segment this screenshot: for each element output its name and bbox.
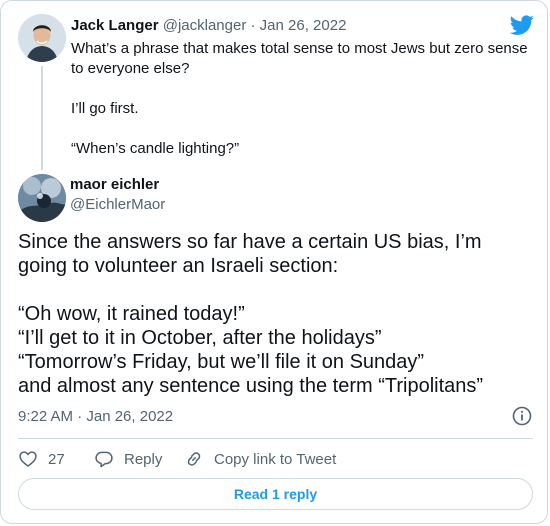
parent-tweet-text: What’s a phrase that makes total sense t… (71, 39, 541, 159)
parent-author-handle[interactable]: @jacklanger (163, 17, 247, 34)
tweet-text-line: and almost any sentence using the term “… (18, 375, 484, 397)
parent-text-line: What’s a phrase that makes total sense t… (71, 40, 528, 57)
divider (18, 438, 533, 439)
info-icon[interactable] (511, 405, 533, 427)
reply-label: Reply (124, 450, 163, 468)
copy-link-button[interactable]: Copy link to Tweet (184, 447, 336, 471)
tweet-timestamp[interactable]: 9:22 AM · Jan 26, 2022 (18, 407, 173, 427)
like-count: 27 (48, 450, 65, 468)
read-replies-label: Read 1 reply (233, 486, 318, 502)
tweet-text-line: “Oh wow, it rained today!” (18, 303, 245, 325)
tweet-text: Since the answers so far have a certain … (18, 230, 533, 398)
parent-text-line (71, 119, 541, 139)
parent-header: Jack Langer @jacklanger · Jan 26, 2022 (71, 16, 346, 36)
parent-date[interactable]: Jan 26, 2022 (260, 17, 347, 34)
parent-avatar[interactable] (18, 14, 66, 62)
heart-icon (19, 451, 37, 467)
read-replies-button[interactable]: Read 1 reply (18, 478, 533, 510)
reply-button[interactable]: Reply (94, 447, 162, 471)
link-icon (187, 452, 201, 466)
tweet-text-line (18, 278, 533, 302)
parent-separator: · (250, 17, 256, 34)
embedded-tweet-card: Jack Langer @jacklanger · Jan 26, 2022 W… (0, 0, 548, 524)
parent-text-line (71, 79, 541, 99)
reply-bubble-icon (95, 451, 113, 468)
like-button[interactable]: 27 (18, 447, 65, 471)
author-handle[interactable]: @EichlerMaor (70, 195, 165, 215)
author-avatar[interactable] (18, 174, 66, 222)
parent-author-name[interactable]: Jack Langer (71, 17, 159, 34)
parent-text-line: to everyone else? (71, 60, 190, 77)
parent-text-line: “When’s candle lighting?” (71, 140, 240, 157)
tweet-text-line: “I’ll get to it in October, after the ho… (18, 327, 382, 349)
twitter-bird-icon[interactable] (509, 13, 534, 37)
tweet-text-line: going to volunteer an Israeli section: (18, 255, 339, 277)
tweet-author[interactable]: maor eichler @EichlerMaor (70, 175, 165, 215)
author-name[interactable]: maor eichler (70, 175, 165, 195)
tweet-text-line: “Tomorrow’s Friday, but we’ll file it on… (18, 351, 425, 373)
copy-link-label: Copy link to Tweet (214, 450, 337, 468)
tweet-text-line: Since the answers so far have a certain … (18, 231, 482, 253)
thread-connector-line (41, 66, 43, 170)
parent-text-line: I’ll go first. (71, 100, 139, 117)
